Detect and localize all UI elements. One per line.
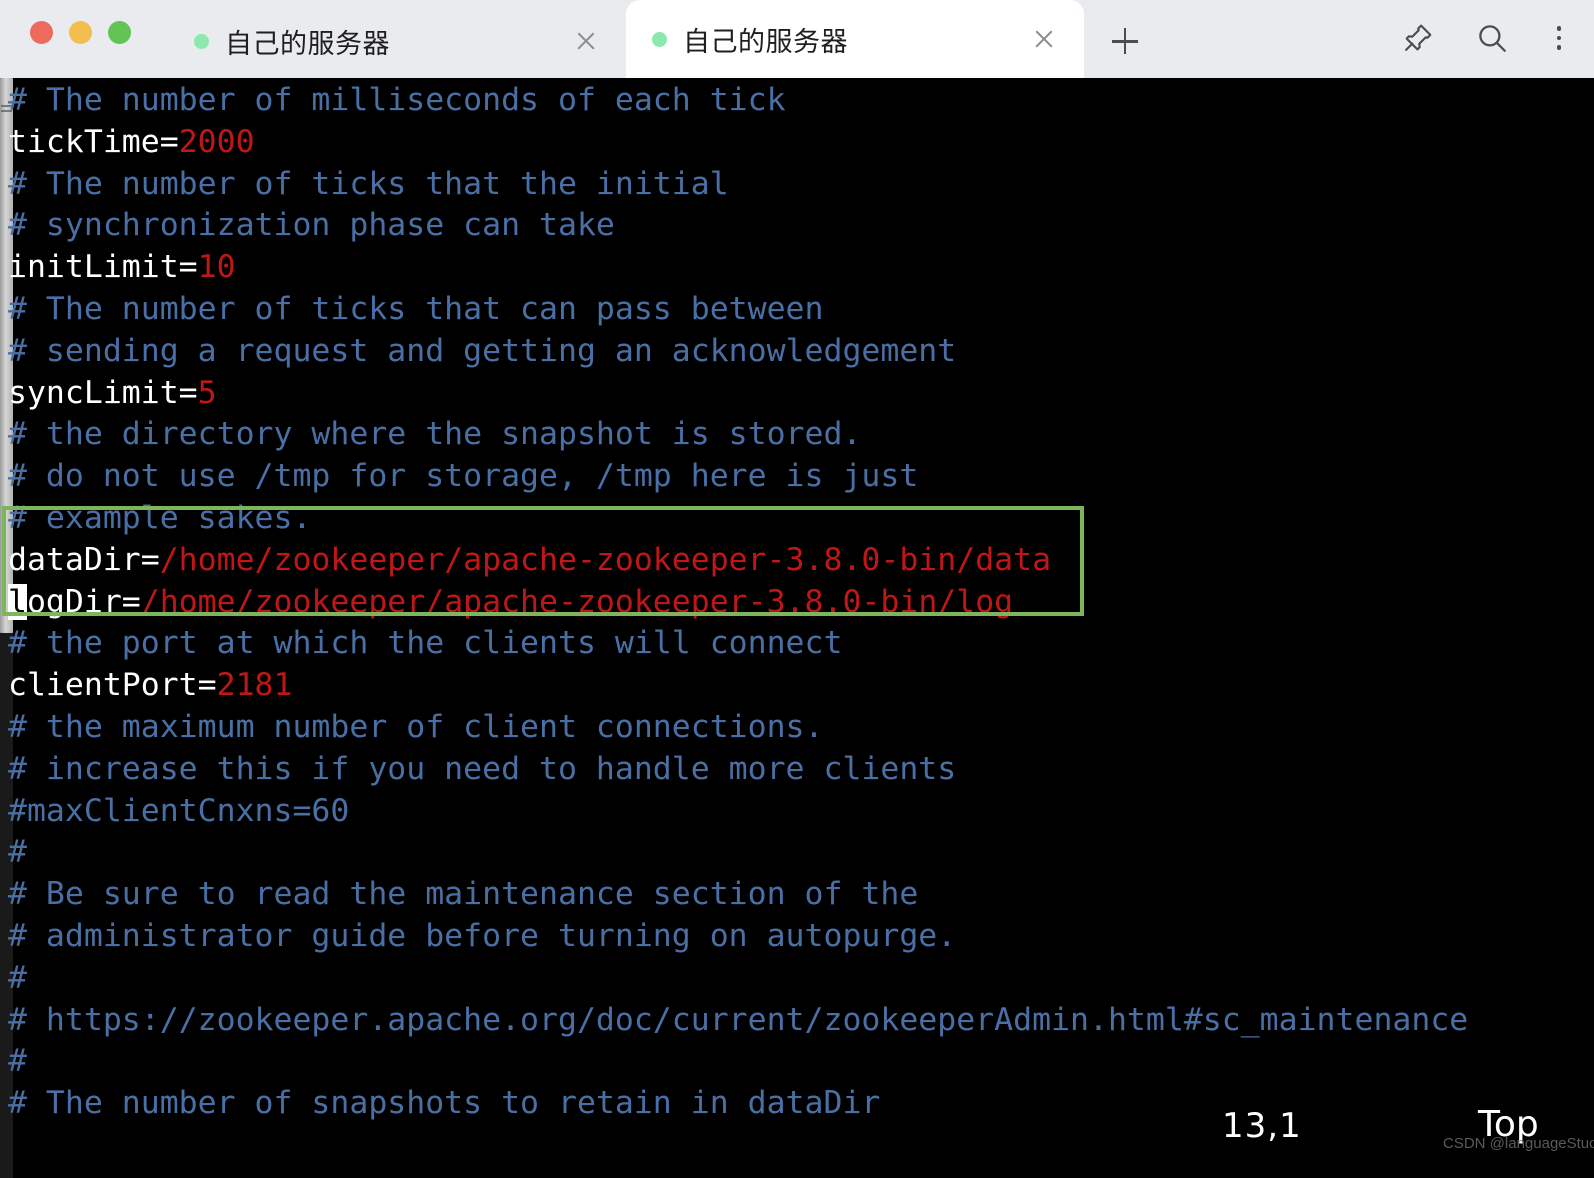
tab-strip: 自己的服务器 自己的服务器 (168, 0, 1148, 78)
titlebar-actions (1396, 16, 1574, 60)
code-line: # the port at which the clients will con… (8, 623, 1588, 665)
tab-server-2[interactable]: 自己的服务器 (626, 0, 1084, 78)
text-cursor: l (8, 583, 27, 620)
comment-text: # (8, 1043, 27, 1080)
comment-text: # The number of ticks that can pass betw… (8, 290, 824, 327)
code-line: # The number of milliseconds of each tic… (8, 80, 1588, 122)
tab-label: 自己的服务器 (225, 28, 390, 59)
code-line: # increase this if you need to handle mo… (8, 749, 1588, 791)
comment-text: # administrator guide before turning on … (8, 917, 957, 954)
config-value: 10 (197, 249, 236, 286)
code-line: logDir=/home/zookeeper/apache-zookeeper-… (8, 582, 1588, 624)
config-key: dataDir= (8, 541, 160, 578)
connection-status-dot (194, 33, 209, 49)
code-line: syncLimit=5 (8, 373, 1588, 415)
code-line: # https://zookeeper.apache.org/doc/curre… (8, 1000, 1588, 1042)
config-value: 2000 (178, 123, 255, 160)
code-line: dataDir=/home/zookeeper/apache-zookeeper… (8, 540, 1588, 582)
new-tab-button[interactable] (1102, 18, 1148, 64)
window-controls (30, 21, 131, 44)
code-line: # (8, 832, 1588, 874)
comment-text: # do not use /tmp for storage, /tmp here… (8, 458, 919, 495)
code-line: # the directory where the snapshot is st… (8, 414, 1588, 456)
code-line: # administrator guide before turning on … (8, 916, 1588, 958)
comment-text: # Be sure to read the maintenance sectio… (8, 876, 919, 913)
comment-text: # The number of snapshots to retain in d… (8, 1085, 881, 1122)
watermark: CSDN @languageStudent (1443, 1135, 1594, 1152)
code-line: # The number of ticks that can pass betw… (8, 289, 1588, 331)
code-line: # the maximum number of client connectio… (8, 707, 1588, 749)
comment-text: # The number of milliseconds of each tic… (8, 82, 786, 118)
config-key: syncLimit= (8, 374, 198, 411)
comment-text: # (8, 834, 27, 871)
close-icon[interactable] (1026, 21, 1062, 57)
comment-text: # synchronization phase can take (8, 207, 615, 244)
close-icon[interactable] (568, 23, 604, 59)
config-value: /home/zookeeper/apache-zookeeper-3.8.0-b… (159, 541, 1052, 578)
more-icon[interactable] (1544, 16, 1574, 60)
code-line: # synchronization phase can take (8, 205, 1588, 247)
minimize-window-button[interactable] (69, 21, 92, 44)
config-key: ogDir= (26, 583, 141, 620)
comment-text: # example sakes. (8, 499, 312, 536)
search-icon[interactable] (1470, 16, 1514, 60)
comment-text: # The number of ticks that the initial (8, 165, 729, 202)
code-line: # The number of ticks that the initial (8, 164, 1588, 206)
code-line: tickTime=2000 (8, 122, 1588, 164)
comment-text: # sending a request and getting an ackno… (8, 332, 957, 369)
pin-icon[interactable] (1396, 16, 1440, 60)
comment-text: # the directory where the snapshot is st… (8, 416, 862, 453)
comment-text: # the maximum number of client connectio… (8, 708, 824, 745)
terminal-window: 自己的服务器 自己的服务器 # The number of millisecon… (0, 0, 1594, 1178)
config-key: initLimit= (8, 249, 198, 286)
code-line: # do not use /tmp for storage, /tmp here… (8, 456, 1588, 498)
title-bar: 自己的服务器 自己的服务器 (0, 0, 1594, 78)
close-window-button[interactable] (30, 21, 53, 44)
config-value: 2181 (216, 667, 293, 704)
code-line: # example sakes. (8, 498, 1588, 540)
comment-text: # increase this if you need to handle mo… (8, 750, 957, 787)
cursor-position-indicator: 13,1 (1222, 1106, 1302, 1146)
comment-text: # https://zookeeper.apache.org/doc/curre… (8, 1001, 1469, 1038)
code-line: # The number of snapshots to retain in d… (8, 1083, 1588, 1125)
code-line: # Be sure to read the maintenance sectio… (8, 874, 1588, 916)
tab-server-1[interactable]: 自己的服务器 (168, 4, 626, 78)
config-file-content[interactable]: # The number of milliseconds of each tic… (8, 80, 1588, 1125)
code-line: initLimit=10 (8, 247, 1588, 289)
config-value: /home/zookeeper/apache-zookeeper-3.8.0-b… (140, 583, 1014, 620)
comment-text: # the port at which the clients will con… (8, 625, 843, 662)
code-line: #maxClientCnxns=60 (8, 791, 1588, 833)
tab-label: 自己的服务器 (683, 26, 848, 57)
config-value: 5 (197, 374, 217, 411)
comment-text: #maxClientCnxns=60 (8, 792, 350, 829)
maximize-window-button[interactable] (108, 21, 131, 44)
code-line: # (8, 1041, 1588, 1083)
code-line: # sending a request and getting an ackno… (8, 331, 1588, 373)
code-line: clientPort=2181 (8, 665, 1588, 707)
config-key: tickTime= (8, 123, 179, 160)
comment-text: # (8, 959, 27, 996)
connection-status-dot (652, 31, 667, 47)
terminal-body: # The number of milliseconds of each tic… (0, 78, 1594, 1178)
config-key: clientPort= (8, 667, 217, 704)
code-line: # (8, 958, 1588, 1000)
